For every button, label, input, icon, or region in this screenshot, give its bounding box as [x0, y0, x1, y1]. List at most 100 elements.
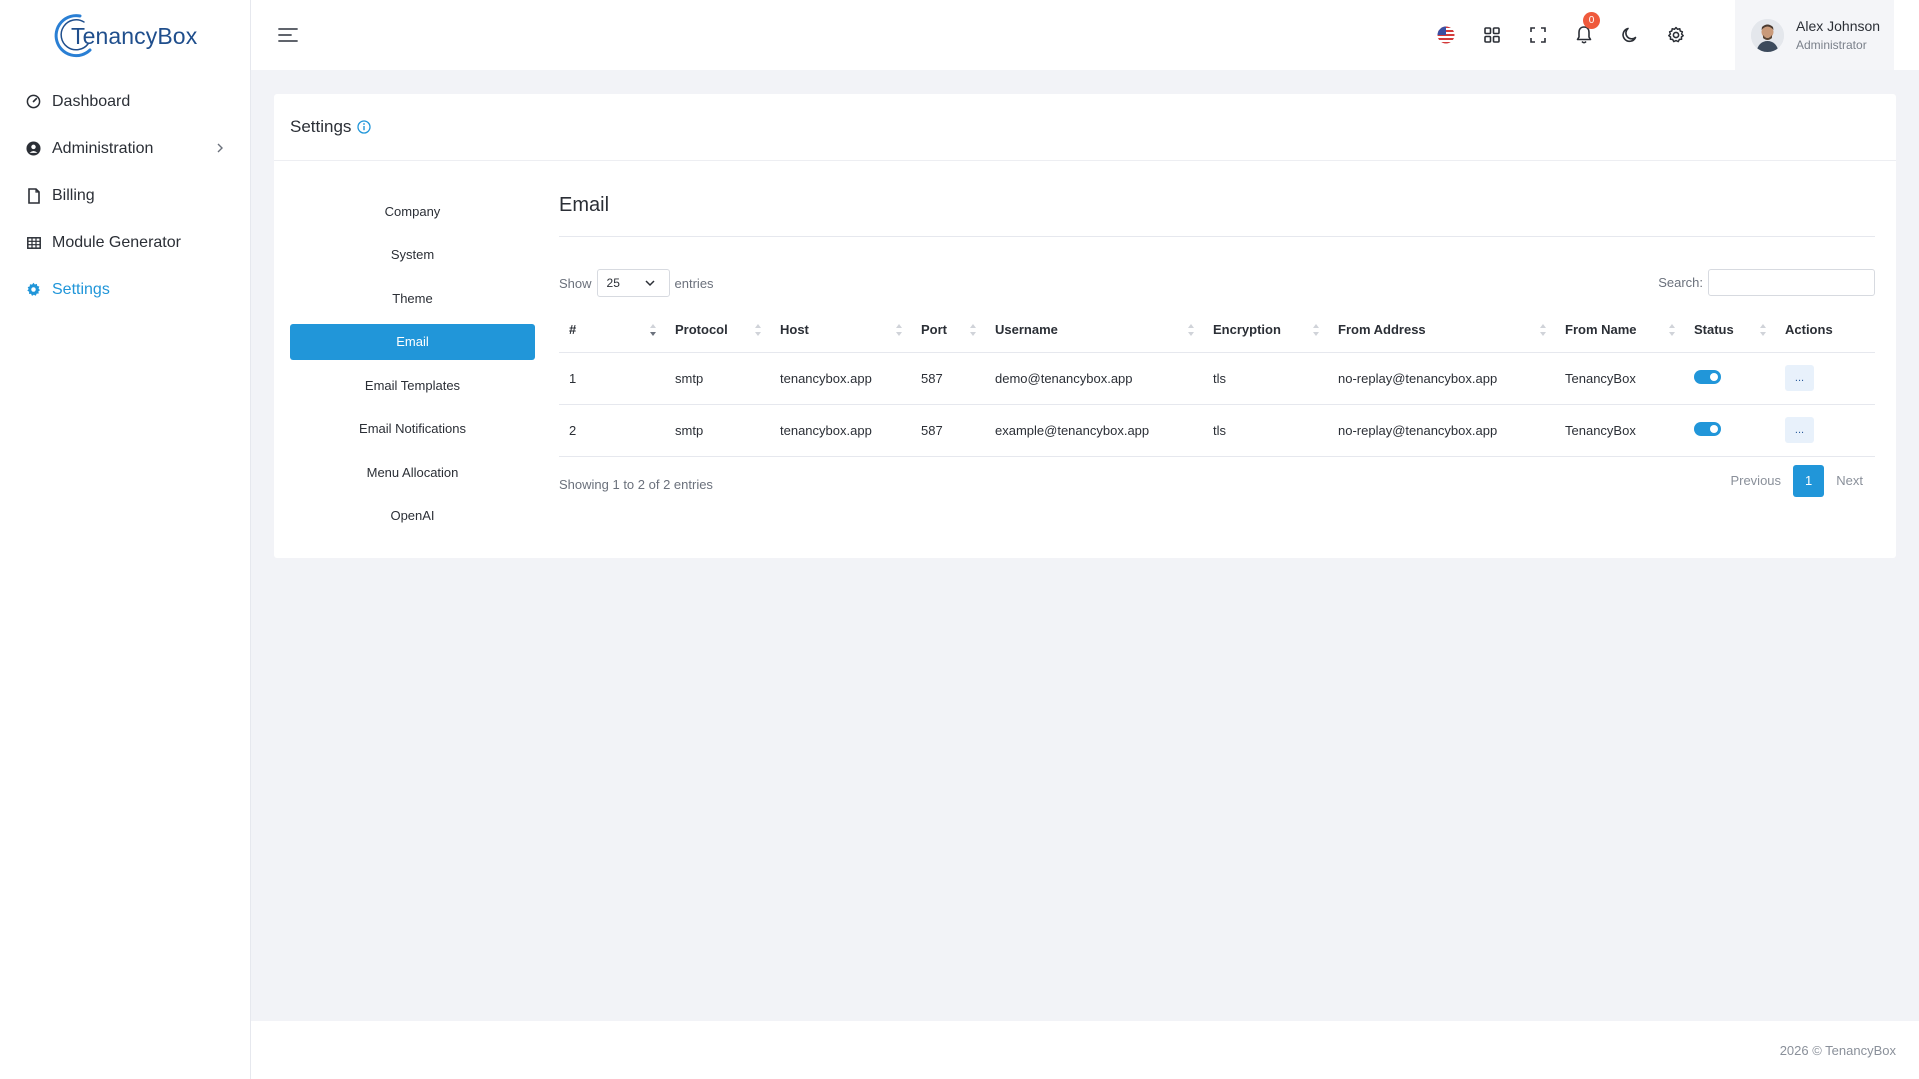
- column-header-port[interactable]: Port: [911, 307, 985, 353]
- card-header: Settings: [274, 94, 1896, 161]
- cell-host: tenancybox.app: [770, 404, 911, 457]
- user-role: Administrator: [1796, 38, 1867, 52]
- apps-grid-icon: [1484, 27, 1500, 43]
- gauge-icon: [25, 93, 42, 110]
- sidebar-item-label: Settings: [52, 280, 110, 298]
- sort-icon: [1540, 324, 1546, 336]
- column-header-num[interactable]: #: [559, 307, 665, 353]
- gear-icon: [25, 281, 42, 298]
- entries-label: entries: [674, 275, 714, 291]
- fullscreen-button[interactable]: [1515, 0, 1561, 70]
- settings-menu-company[interactable]: Company: [290, 193, 535, 229]
- copyright-text: 2026 © TenancyBox: [1779, 1043, 1896, 1058]
- row-actions-button[interactable]: ...: [1785, 365, 1814, 391]
- entries-length-control: Show 25 entries: [559, 269, 714, 297]
- sort-icon: [896, 324, 902, 336]
- entries-select[interactable]: 25: [596, 269, 670, 297]
- pagination-previous[interactable]: Previous: [1718, 465, 1793, 497]
- cell-actions: ...: [1775, 352, 1875, 405]
- table-row: 1 smtp tenancybox.app 587 demo@tenancybo…: [559, 352, 1875, 405]
- table-search: Search:: [1658, 269, 1875, 296]
- sidebar-item-label: Module Generator: [52, 233, 181, 251]
- cell-num: 1: [559, 352, 665, 405]
- pagination-next[interactable]: Next: [1824, 465, 1875, 497]
- column-header-from-name[interactable]: From Name: [1555, 307, 1684, 353]
- notifications-button[interactable]: 0: [1561, 0, 1607, 70]
- row-actions-button[interactable]: ...: [1785, 417, 1814, 443]
- status-toggle[interactable]: [1694, 421, 1721, 436]
- sidebar-nav: Dashboard Administration Billing Module …: [0, 78, 251, 313]
- user-menu[interactable]: Alex Johnson Administrator: [1735, 0, 1894, 70]
- page-title: Settings: [290, 117, 352, 136]
- sort-icon: [1669, 324, 1675, 336]
- cell-from-name: TenancyBox: [1555, 352, 1684, 405]
- settings-button[interactable]: [1653, 0, 1699, 70]
- info-icon[interactable]: [357, 120, 372, 134]
- column-header-from-address[interactable]: From Address: [1328, 307, 1555, 353]
- search-label: Search:: [1658, 275, 1703, 290]
- file-icon: [25, 187, 42, 204]
- cell-status: [1684, 404, 1775, 457]
- user-circle-icon: [25, 140, 42, 157]
- brand-logo[interactable]: TenancyBox: [50, 12, 197, 60]
- section-title: Email: [559, 194, 610, 216]
- sidebar-item-billing[interactable]: Billing: [0, 172, 251, 219]
- cell-from-address: no-replay@tenancybox.app: [1328, 352, 1555, 405]
- column-header-status[interactable]: Status: [1684, 307, 1775, 353]
- sidebar-item-label: Billing: [52, 186, 95, 204]
- table-header-row: # Protocol Host Port Username Encryption…: [559, 307, 1875, 353]
- fullscreen-icon: [1530, 27, 1546, 43]
- brand-name: TenancyBox: [71, 22, 198, 49]
- settings-menu-theme[interactable]: Theme: [290, 280, 535, 316]
- cell-encryption: tls: [1203, 352, 1328, 405]
- column-header-username[interactable]: Username: [985, 307, 1203, 353]
- cell-status: [1684, 352, 1775, 405]
- sidebar-item-module-generator[interactable]: Module Generator: [0, 219, 251, 266]
- settings-menu-email[interactable]: Email: [290, 323, 535, 360]
- settings-menu-email-templates[interactable]: Email Templates: [290, 367, 535, 403]
- sort-desc-icon: [650, 324, 656, 336]
- column-header-encryption[interactable]: Encryption: [1203, 307, 1328, 353]
- entries-select-value: 25: [606, 276, 620, 290]
- cell-port: 587: [911, 404, 985, 457]
- dark-mode-toggle[interactable]: [1607, 0, 1653, 70]
- settings-menu-openai[interactable]: OpenAI: [290, 498, 535, 534]
- column-header-host[interactable]: Host: [770, 307, 911, 353]
- settings-menu: Company System Theme Email Email Templat…: [290, 193, 535, 541]
- search-input[interactable]: [1708, 269, 1875, 296]
- moon-icon: [1622, 27, 1637, 43]
- sidebar-item-dashboard[interactable]: Dashboard: [0, 78, 251, 125]
- email-table: # Protocol Host Port Username Encryption…: [559, 307, 1875, 457]
- cell-port: 587: [911, 352, 985, 405]
- notification-count-badge: 0: [1583, 12, 1600, 29]
- table-controls: Show 25 entries Search:: [559, 237, 1875, 307]
- settings-menu-menu-allocation[interactable]: Menu Allocation: [290, 454, 535, 490]
- settings-menu-email-notifications[interactable]: Email Notifications: [290, 411, 535, 447]
- sidebar-item-label: Dashboard: [52, 92, 131, 110]
- status-toggle[interactable]: [1694, 369, 1721, 384]
- chevron-right-icon: [217, 143, 223, 153]
- pagination-page-current[interactable]: 1: [1793, 464, 1825, 497]
- topbar: 0 Alex Johnson Administrator: [251, 0, 1919, 70]
- avatar: [1751, 18, 1784, 52]
- column-header-protocol[interactable]: Protocol: [665, 307, 770, 353]
- email-settings-panel: Email Show 25 entries Search: # Protocol…: [559, 194, 1875, 509]
- sidebar-item-administration[interactable]: Administration: [0, 125, 251, 172]
- sort-icon: [1188, 324, 1194, 336]
- cell-encryption: tls: [1203, 404, 1328, 457]
- menu-toggle-icon[interactable]: [277, 25, 299, 45]
- sort-icon: [1760, 324, 1766, 336]
- cell-from-name: TenancyBox: [1555, 404, 1684, 457]
- language-flag-button[interactable]: [1423, 0, 1469, 70]
- column-header-actions: Actions: [1775, 307, 1875, 353]
- sort-icon: [1313, 324, 1319, 336]
- gear-icon: [1668, 26, 1684, 43]
- cell-host: tenancybox.app: [770, 352, 911, 405]
- settings-menu-system[interactable]: System: [290, 237, 535, 273]
- topbar-actions: 0: [1423, 0, 1699, 70]
- apps-button[interactable]: [1469, 0, 1515, 70]
- pagination: Previous 1 Next: [1718, 464, 1875, 497]
- sidebar-item-settings[interactable]: Settings: [0, 266, 251, 313]
- page-footer: 2026 © TenancyBox: [251, 1021, 1919, 1079]
- cell-from-address: no-replay@tenancybox.app: [1328, 404, 1555, 457]
